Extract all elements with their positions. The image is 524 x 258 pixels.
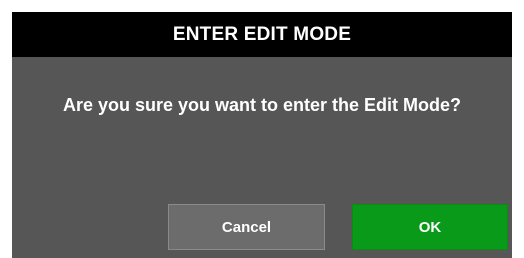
- ok-button-label: OK: [418, 218, 442, 236]
- dialog-message: Are you sure you want to enter the Edit …: [62, 95, 462, 115]
- edit-mode-dialog: ENTER EDIT MODE Are you sure you want to…: [12, 12, 512, 258]
- cancel-button[interactable]: Cancel: [168, 204, 325, 250]
- dialog-titlebar: ENTER EDIT MODE: [12, 12, 512, 57]
- cancel-button-label: Cancel: [221, 218, 272, 236]
- ok-button[interactable]: OK: [352, 204, 508, 250]
- dialog-title: ENTER EDIT MODE: [172, 23, 352, 45]
